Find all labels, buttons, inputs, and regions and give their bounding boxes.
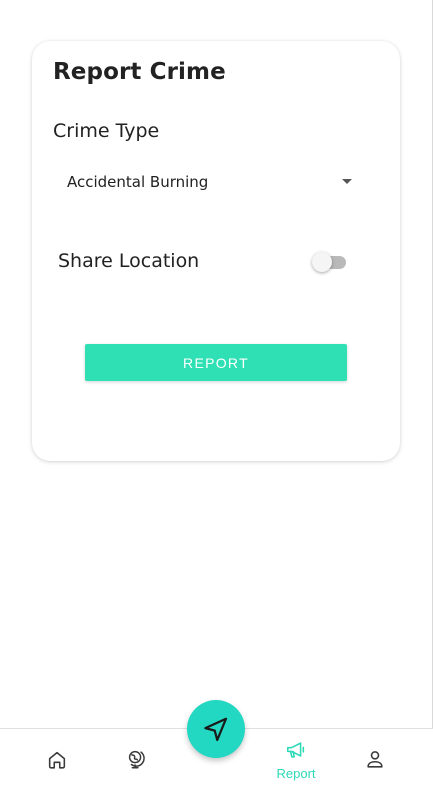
dropdown-arrow-icon [342, 179, 352, 184]
crime-type-dropdown[interactable]: Accidental Burning [56, 166, 362, 200]
nav-item-report[interactable]: Report [256, 729, 336, 787]
crime-type-label: Crime Type [53, 120, 160, 142]
megaphone-icon [286, 742, 305, 758]
report-crime-card: Report Crime Crime Type Accidental Burni… [32, 41, 400, 461]
share-location-label: Share Location [58, 250, 200, 272]
user-icon [367, 751, 383, 768]
nav-item-explore[interactable] [96, 729, 176, 787]
report-button[interactable]: REPORT [85, 344, 347, 381]
globe-icon [128, 750, 145, 769]
screen: Report Crime Crime Type Accidental Burni… [0, 0, 433, 787]
home-icon [48, 751, 66, 769]
share-location-toggle[interactable] [312, 251, 348, 273]
card-title: Report Crime [53, 59, 226, 85]
navigation-arrow-icon [204, 717, 228, 742]
nav-label-report: Report [276, 766, 316, 781]
toggle-thumb [312, 252, 332, 272]
navigate-fab[interactable] [187, 700, 245, 758]
nav-item-home[interactable] [17, 729, 97, 787]
nav-item-profile[interactable] [335, 729, 415, 787]
crime-type-selected-value: Accidental Burning [67, 173, 209, 191]
